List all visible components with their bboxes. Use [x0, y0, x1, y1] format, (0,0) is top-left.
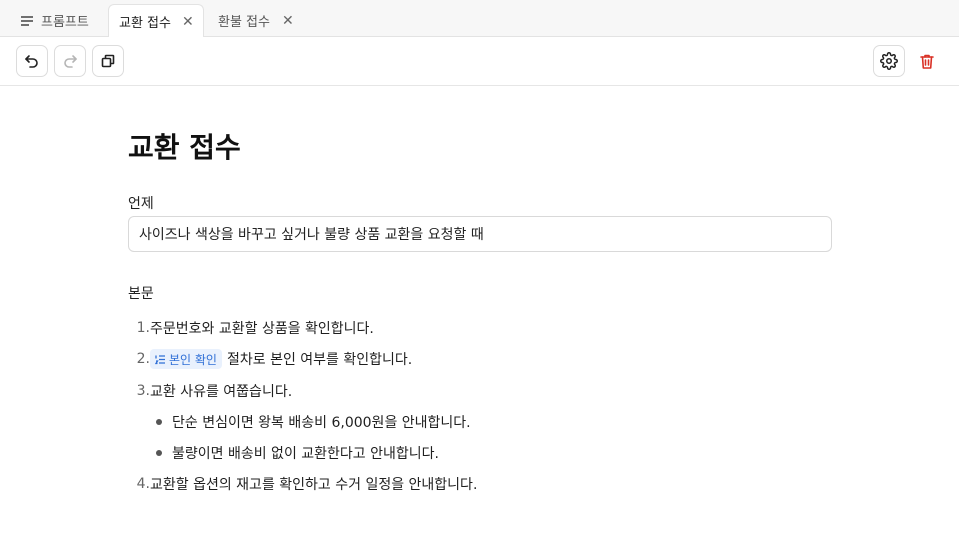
list-item: 불량이면 배송비 없이 교환한다고 안내합니다.	[156, 443, 439, 463]
step-number: 1.	[136, 320, 150, 336]
list-item: 2. 본인 확인 절차로 본인 여부를 확인합니다.	[128, 349, 412, 369]
ordered-list-icon	[155, 354, 169, 365]
gear-icon	[880, 52, 898, 70]
redo-icon	[62, 53, 78, 69]
duplicate-button[interactable]	[92, 45, 124, 77]
step-text: 교환할 옵션의 재고를 확인하고 수거 일정을 안내합니다.	[150, 477, 478, 493]
body-label: 본문	[128, 286, 154, 302]
subject-label: 언제	[128, 196, 154, 212]
step-number: 3.	[136, 383, 150, 399]
copy-icon	[100, 53, 116, 69]
step-number: 2.	[136, 351, 150, 367]
tab-label: 교환 접수	[119, 16, 171, 31]
close-icon[interactable]: ✕	[182, 14, 194, 30]
page-title: 교환 접수	[128, 131, 241, 164]
list-item: 3. 교환 사유를 여쭙습니다.	[128, 381, 293, 401]
delete-button[interactable]	[911, 45, 943, 77]
list-icon	[20, 15, 34, 27]
bullet-text: 단순 변심이면 왕복 배송비 6,000원을 안내합니다.	[172, 415, 471, 431]
undo-icon	[24, 53, 40, 69]
tab-bar: 프롬프트 교환 접수 ✕ 환불 접수 ✕	[0, 0, 959, 38]
settings-button[interactable]	[873, 45, 905, 77]
step-text: 절차로 본인 여부를 확인합니다.	[226, 352, 413, 368]
subject-input[interactable]	[128, 216, 832, 252]
tab-label: 프롬프트	[41, 15, 89, 30]
list-item: 4. 교환할 옵션의 재고를 확인하고 수거 일정을 안내합니다.	[128, 474, 478, 494]
bullet-marker	[156, 419, 162, 425]
list-item: 1. 주문번호와 교환할 상품을 확인합니다.	[128, 318, 374, 338]
undo-button[interactable]	[16, 45, 48, 77]
tab-refund[interactable]: 환불 접수 ✕	[218, 4, 298, 37]
redo-button[interactable]	[54, 45, 86, 77]
step-number: 4.	[136, 476, 150, 492]
tab-exchange[interactable]: 교환 접수 ✕	[108, 4, 204, 38]
close-icon[interactable]: ✕	[282, 13, 294, 29]
tab-prompt[interactable]: 프롬프트	[20, 4, 89, 37]
bullet-text: 불량이면 배송비 없이 교환한다고 안내합니다.	[172, 446, 439, 462]
chip-label: 본인 확인	[169, 352, 217, 367]
list-item: 단순 변심이면 왕복 배송비 6,000원을 안내합니다.	[156, 412, 471, 432]
step-text: 주문번호와 교환할 상품을 확인합니다.	[150, 321, 374, 337]
trash-icon	[919, 53, 935, 70]
identity-check-chip[interactable]: 본인 확인	[150, 349, 222, 369]
bullet-marker	[156, 450, 162, 456]
step-text: 교환 사유를 여쭙습니다.	[150, 384, 293, 400]
toolbar	[0, 37, 959, 86]
tab-label: 환불 접수	[218, 15, 270, 30]
